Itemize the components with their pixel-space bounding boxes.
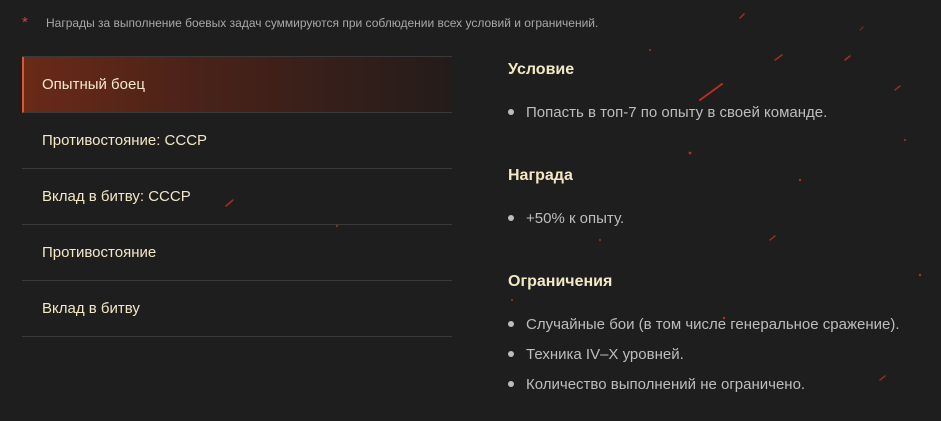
menu-item-battle-contribution-ussr[interactable]: Вклад в битву: СССР [22, 169, 452, 225]
bullet-icon [508, 109, 514, 115]
reward-list: +50% к опыту. [508, 203, 624, 233]
list-item: Количество выполнений не ограничено. [508, 369, 900, 399]
restrictions-section: Ограничения Случайные бои (в том числе г… [508, 273, 900, 399]
restrictions-list: Случайные бои (в том числе генеральное с… [508, 309, 900, 399]
bullet-icon [508, 381, 514, 387]
reward-section: Награда +50% к опыту. [508, 167, 624, 233]
condition-list: Попасть в топ-7 по опыту в своей команде… [508, 97, 827, 127]
menu-item-experienced-fighter[interactable]: Опытный боец [22, 57, 452, 113]
list-item: Техника IV–X уровней. [508, 339, 900, 369]
bullet-icon [508, 351, 514, 357]
list-item: +50% к опыту. [508, 203, 624, 233]
restrictions-title: Ограничения [508, 273, 613, 290]
task-menu: Опытный боец Противостояние: СССР Вклад … [22, 56, 452, 337]
condition-title: Условие [508, 61, 575, 78]
bullet-icon [508, 321, 514, 327]
menu-item-confrontation-ussr[interactable]: Противостояние: СССР [22, 113, 452, 169]
menu-item-confrontation[interactable]: Противостояние [22, 225, 452, 281]
list-item: Случайные бои (в том числе генеральное с… [508, 309, 900, 339]
list-item: Попасть в топ-7 по опыту в своей команде… [508, 97, 827, 127]
rewards-note-text: Награды за выполнение боевых задач сумми… [46, 16, 599, 30]
asterisk-marker: * [22, 14, 28, 31]
menu-item-battle-contribution[interactable]: Вклад в битву [22, 281, 452, 337]
condition-section: Условие Попасть в топ-7 по опыту в своей… [508, 61, 827, 127]
reward-title: Награда [508, 167, 573, 184]
bullet-icon [508, 215, 514, 221]
rewards-note: * Награды за выполнение боевых задач сум… [22, 14, 598, 31]
